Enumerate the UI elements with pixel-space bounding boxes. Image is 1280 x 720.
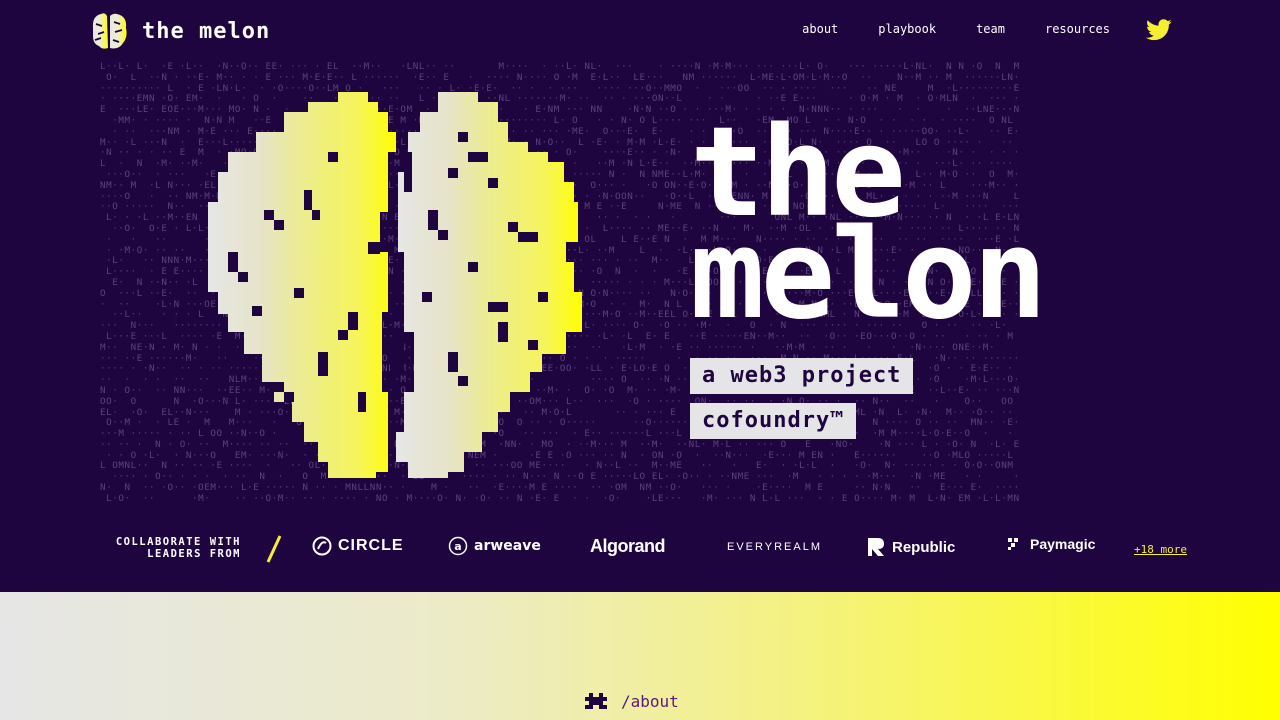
tagline-web3: a web3 project [690, 358, 914, 394]
paymagic-logo-icon [1008, 538, 1018, 550]
twitter-icon[interactable] [1146, 18, 1172, 42]
partner-circle: CIRCLE [312, 536, 404, 556]
about-section-link[interactable]: /about [585, 692, 679, 711]
slash-divider-icon [266, 535, 282, 563]
brain-logo-icon [92, 13, 127, 49]
nav-resources[interactable]: resources [1045, 22, 1110, 36]
partner-arweave-label: arweave [474, 538, 541, 554]
about-section: /about [0, 592, 1280, 720]
circle-logo-icon [312, 536, 332, 556]
tagline-cofoundry: cofoundry™ [690, 403, 857, 439]
partner-algorand: Algorand [590, 536, 666, 557]
partner-paymagic: Paymagic [1006, 536, 1095, 552]
republic-logo-icon [868, 538, 884, 556]
hero-section: L··L· L· ·E ·L·· ·N··O·· EE· ··· · EL ··… [100, 62, 1182, 502]
partners-row: COLLABORATE WITH LEADERS FROM CIRCLE a a… [0, 528, 1280, 568]
partner-algorand-label: Algorand [590, 536, 666, 556]
partner-paymagic-label: Paymagic [1030, 536, 1096, 552]
more-partners-link[interactable]: +18 more [1134, 543, 1187, 556]
partner-arweave: a arweave [448, 536, 541, 556]
partner-everyrealm: EVERYREALM [727, 541, 822, 553]
partner-circle-label: CIRCLE [338, 537, 404, 554]
arweave-logo-icon: a [448, 536, 468, 556]
about-link-label: /about [621, 692, 679, 711]
main-nav: about playbook team resources [802, 22, 1110, 36]
home-logo-link[interactable]: the melon [88, 10, 270, 52]
hero-title-line2: melon [690, 203, 1047, 347]
partner-republic-label: Republic [892, 538, 956, 556]
svg-text:a: a [454, 540, 461, 553]
pixel-brain-small-icon [585, 692, 607, 709]
hero-title: the melon [690, 111, 1047, 347]
nav-team[interactable]: team [976, 22, 1005, 36]
nav-about[interactable]: about [802, 22, 838, 36]
site-header: the melon about playbook team resources [0, 0, 1280, 62]
collaborate-label: COLLABORATE WITH LEADERS FROM [115, 536, 241, 560]
brand-name: the melon [142, 18, 271, 44]
partner-everyrealm-label: EVERYREALM [727, 541, 822, 553]
nav-playbook[interactable]: playbook [878, 22, 936, 36]
partner-republic: Republic [866, 536, 955, 558]
pixel-brain-illustration [208, 92, 582, 478]
